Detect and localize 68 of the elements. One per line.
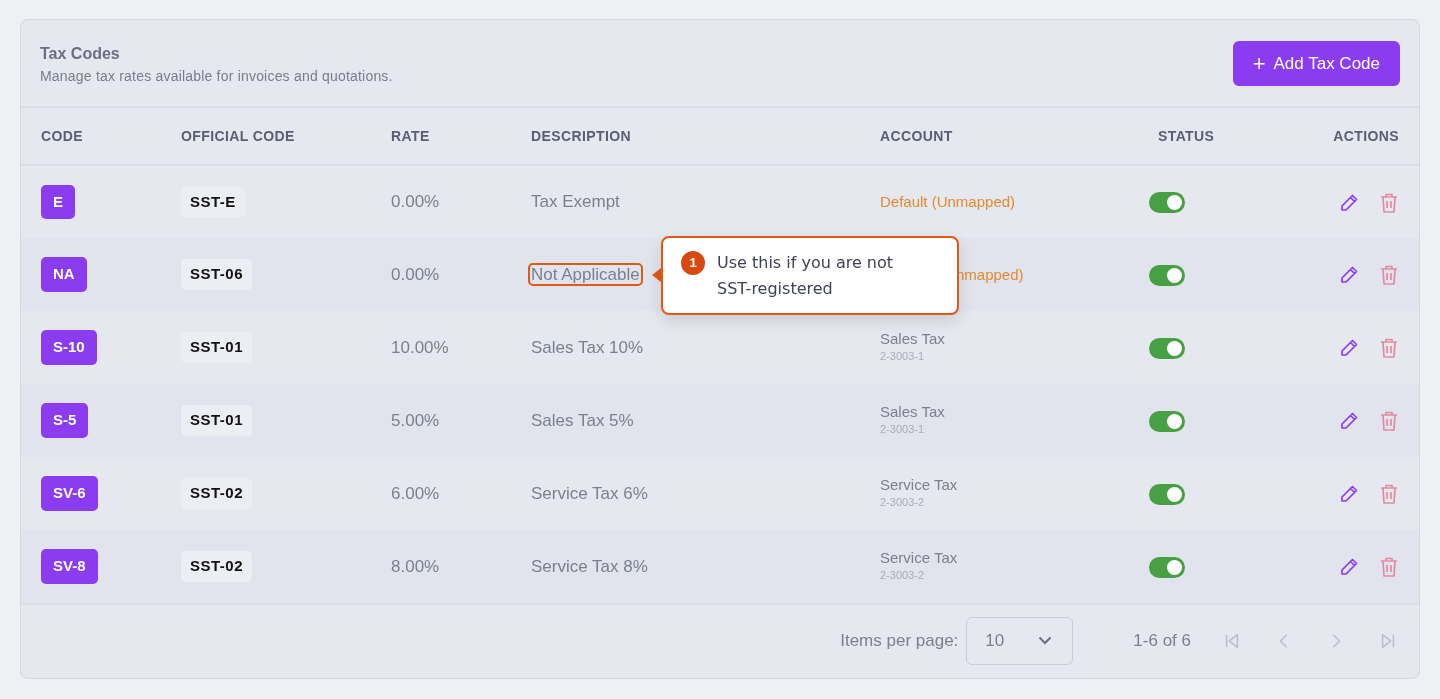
account-number: 2-3003-2: [880, 495, 926, 511]
delete-icon[interactable]: [1379, 483, 1399, 506]
code-badge: S-10: [41, 330, 97, 365]
code-badge: SV-6: [41, 476, 98, 511]
code-badge: SV-8: [41, 549, 98, 584]
official-code: SST-01: [181, 332, 253, 363]
column-header: RATE: [391, 127, 430, 144]
description-text: Tax Exempt: [531, 192, 620, 212]
add-tax-code-button[interactable]: + Add Tax Code: [1232, 41, 1400, 86]
column-header: ACTIONS: [1333, 127, 1399, 144]
delete-icon[interactable]: [1379, 337, 1399, 360]
step-number: 1: [681, 251, 705, 275]
code-badge: E: [41, 184, 75, 220]
status-toggle[interactable]: [1149, 192, 1185, 214]
page-range: 1-6 of 6: [1133, 629, 1191, 652]
status-toggle[interactable]: [1149, 337, 1185, 359]
edit-icon[interactable]: [1339, 484, 1359, 505]
rate-text: 10.00%: [391, 337, 449, 357]
column-header: CODE: [41, 127, 84, 144]
rate-text: 0.00%: [391, 192, 440, 212]
official-code: SST-E: [181, 186, 245, 218]
card-subtitle: Manage tax rates available for invoices and quotations.: [40, 67, 393, 86]
column-header: ACCOUNT: [880, 127, 953, 144]
description-text: Sales Tax 10%: [531, 337, 644, 357]
edit-icon[interactable]: [1339, 192, 1359, 213]
description-text: Service Tax 6%: [531, 483, 648, 503]
account-text: Default (Unmapped): [880, 193, 1016, 211]
official-code: SST-02: [181, 478, 253, 509]
status-toggle[interactable]: [1149, 264, 1185, 286]
page-size-select[interactable]: 10: [966, 616, 1074, 665]
rate-text: 6.00%: [391, 483, 440, 503]
edit-icon[interactable]: [1339, 557, 1359, 578]
delete-icon[interactable]: [1379, 410, 1399, 433]
edit-icon[interactable]: [1339, 265, 1359, 286]
rate-text: 0.00%: [391, 264, 440, 284]
description-text: Service Tax 8%: [531, 556, 648, 576]
code-badge: S-5: [41, 403, 89, 438]
official-code: SST-02: [181, 551, 253, 582]
delete-icon[interactable]: [1379, 264, 1399, 287]
official-code: SST-01: [181, 405, 253, 436]
account-name: Service Tax: [880, 476, 959, 495]
rate-text: 5.00%: [391, 410, 440, 430]
account-number: 2-3003-1: [880, 422, 926, 438]
column-header: OFFICIAL CODE: [181, 127, 295, 144]
rate-text: 8.00%: [391, 556, 440, 576]
account-text: nmapped): [956, 265, 1024, 283]
account-name: Service Tax: [880, 549, 959, 568]
card-title: Tax Codes: [40, 44, 121, 64]
items-per-page-label: Items per page:: [840, 629, 959, 652]
tooltip-text: Use this if you are not SST-registered: [717, 252, 895, 300]
description-text: Sales Tax 5%: [531, 410, 634, 430]
chevron-down-icon: [1038, 636, 1053, 645]
account-number: 2-3003-2: [880, 568, 926, 584]
column-header: STATUS: [1158, 127, 1215, 144]
status-toggle[interactable]: [1149, 556, 1185, 578]
delete-icon[interactable]: [1379, 556, 1399, 579]
delete-icon[interactable]: [1379, 191, 1399, 214]
edit-icon[interactable]: [1339, 338, 1359, 359]
official-code: SST-06: [181, 259, 253, 290]
status-toggle[interactable]: [1149, 410, 1185, 432]
account-name: Sales Tax: [880, 330, 946, 349]
account-name: Sales Tax: [880, 403, 946, 422]
status-toggle[interactable]: [1149, 483, 1185, 505]
column-header: DESCRIPTION: [531, 127, 632, 144]
edit-icon[interactable]: [1339, 411, 1359, 432]
account-number: 2-3003-1: [880, 349, 926, 365]
code-badge: NA: [41, 257, 87, 292]
description-text: Not Applicable: [528, 262, 643, 286]
